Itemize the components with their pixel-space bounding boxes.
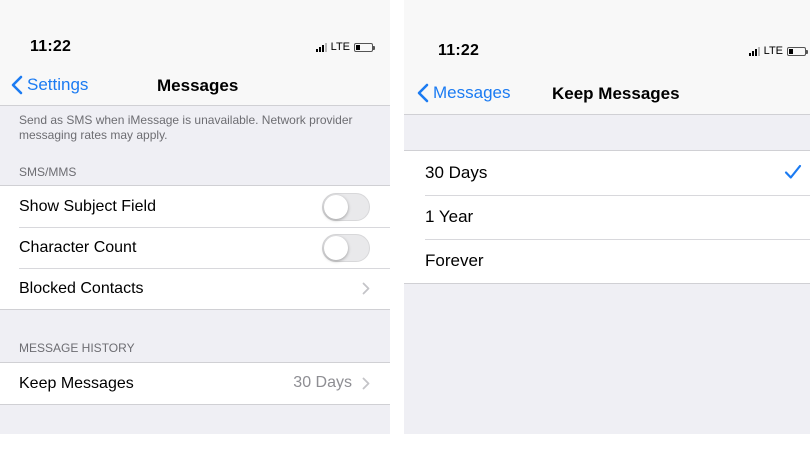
signal-icon — [748, 46, 760, 56]
nav-bar: 11:22 LTE Settings Messages — [0, 0, 390, 106]
chevron-right-icon — [362, 282, 370, 295]
signal-icon — [315, 42, 327, 52]
option-label: Forever — [425, 251, 484, 270]
network-label: LTE — [330, 41, 350, 53]
keep-messages-value: 30 Days — [293, 374, 352, 391]
option-label: 1 Year — [425, 207, 474, 226]
option-label: 30 Days — [425, 163, 488, 182]
row-label: Keep Messages — [19, 374, 134, 392]
sms-footer-note: Send as SMS when iMessage is unavailable… — [19, 113, 353, 142]
back-label: Messages — [433, 83, 511, 102]
chevron-right-icon — [362, 377, 370, 390]
show-subject-field-row: Show Subject Field — [0, 186, 390, 227]
keep-messages-row[interactable]: Keep Messages 30 Days — [0, 363, 390, 404]
back-button[interactable]: Settings — [11, 75, 88, 95]
page-title: Messages — [157, 76, 239, 95]
status-indicators: LTE — [315, 41, 375, 53]
character-count-row: Character Count — [0, 227, 390, 268]
page-title: Keep Messages — [552, 84, 680, 103]
row-label: Show Subject Field — [19, 197, 156, 215]
battery-icon — [787, 46, 808, 56]
blocked-contacts-row[interactable]: Blocked Contacts — [0, 268, 390, 309]
option-30-days[interactable]: 30 Days — [404, 151, 810, 195]
status-time: 11:22 — [438, 42, 480, 59]
battery-icon — [354, 42, 375, 52]
chevron-left-icon — [417, 83, 429, 103]
show-subject-field-toggle[interactable] — [322, 193, 370, 221]
section-header-sms: SMS/MMS — [19, 165, 77, 179]
network-label: LTE — [763, 45, 783, 57]
nav-bar: 11:22 LTE Messages Keep Messages — [404, 0, 810, 115]
back-button[interactable]: Messages — [417, 83, 510, 103]
keep-messages-options: 30 Days 1 Year Forever — [404, 150, 810, 284]
row-label: Blocked Contacts — [19, 279, 144, 297]
messages-settings-screen: 11:22 LTE Settings Messages Send as SMS … — [0, 0, 390, 434]
option-1-year[interactable]: 1 Year — [404, 195, 810, 239]
back-label: Settings — [27, 75, 89, 94]
row-label: Character Count — [19, 238, 137, 256]
status-indicators: LTE — [748, 45, 808, 57]
chevron-left-icon — [11, 75, 23, 95]
keep-messages-screen: 11:22 LTE Messages Keep Messages 30 Days… — [404, 0, 810, 434]
checkmark-icon — [784, 164, 802, 179]
history-settings-group: Keep Messages 30 Days — [0, 362, 390, 405]
option-forever[interactable]: Forever — [404, 239, 810, 283]
section-header-history: MESSAGE HISTORY — [19, 341, 135, 355]
status-time: 11:22 — [30, 38, 72, 55]
character-count-toggle[interactable] — [322, 234, 370, 262]
sms-settings-group: Show Subject Field Character Count Block… — [0, 185, 390, 310]
